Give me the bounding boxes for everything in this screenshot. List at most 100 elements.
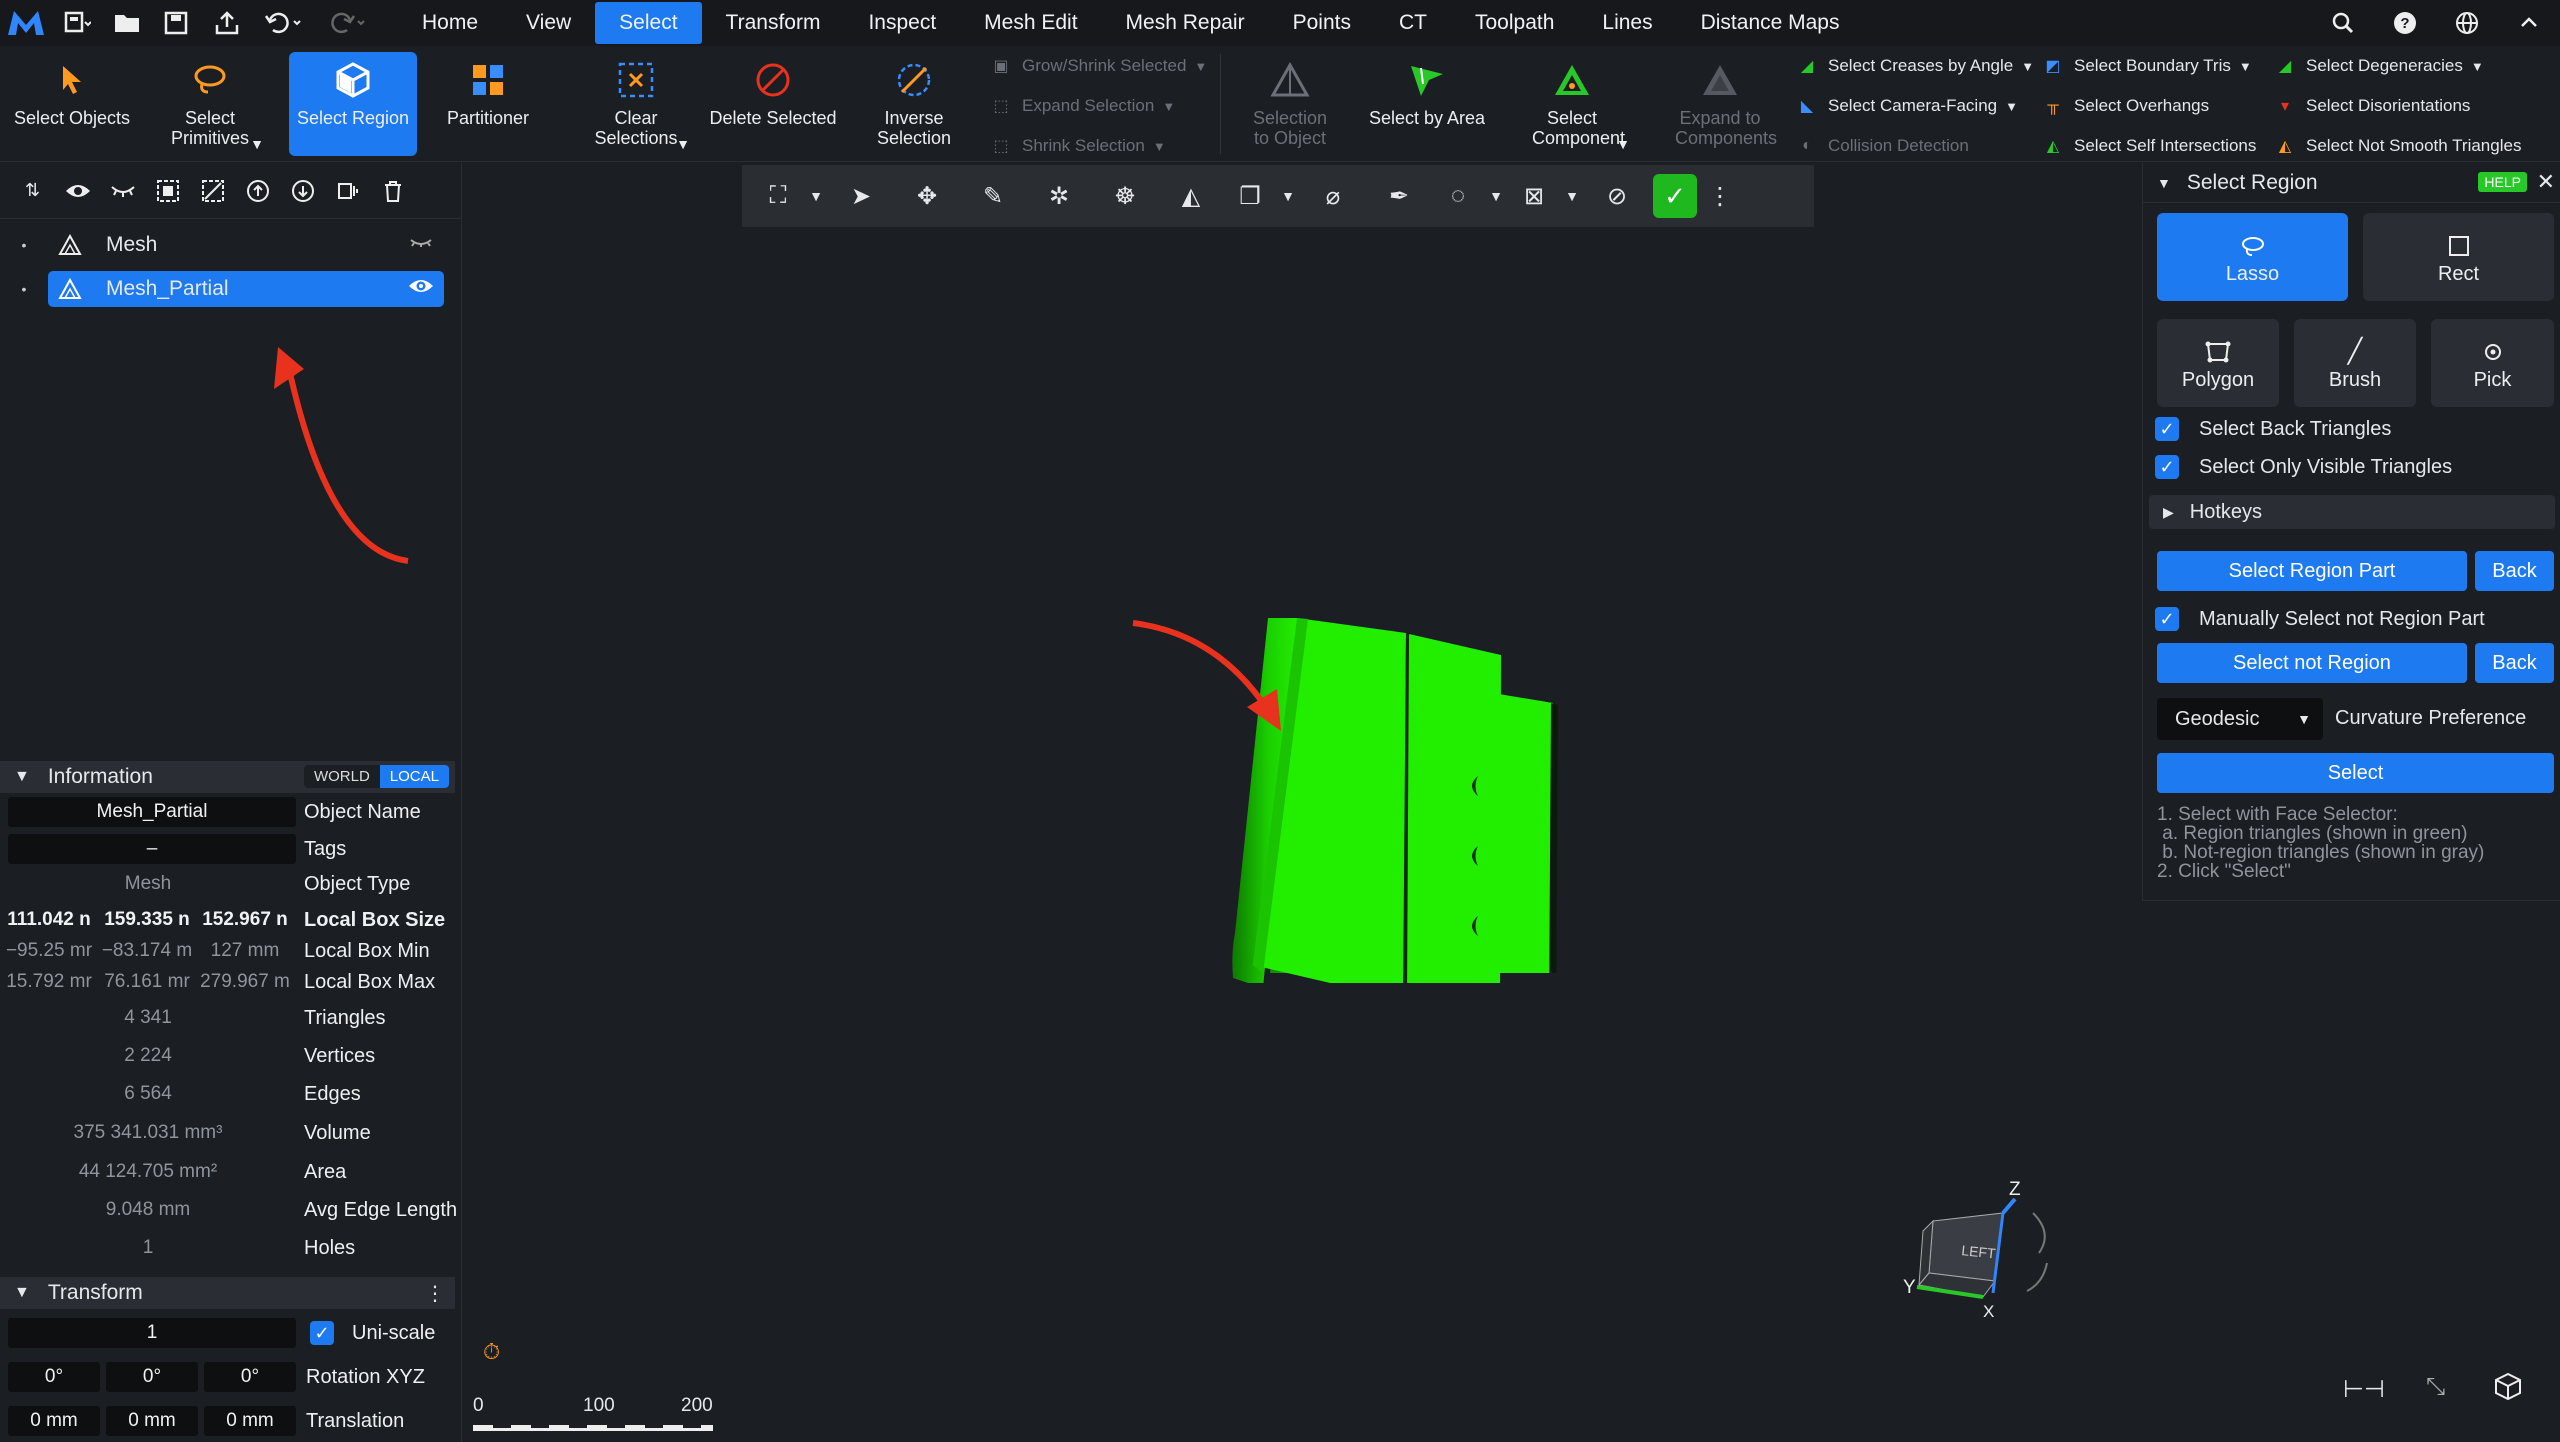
- hotkeys-collapsible[interactable]: ▶ Hotkeys: [2149, 495, 2555, 529]
- shrink-selection-button[interactable]: ⬚ Shrink Selection ▼: [990, 128, 1165, 164]
- menu-tab-ct[interactable]: CT: [1375, 0, 1451, 46]
- chevron-down-icon[interactable]: ▼: [2157, 175, 2171, 191]
- chevron-down-icon[interactable]: ▼: [1616, 134, 1630, 154]
- chevron-down-icon[interactable]: ▼: [1560, 171, 1584, 221]
- view-cube-icon[interactable]: [2493, 1371, 2523, 1407]
- deselect-all-icon[interactable]: [190, 171, 235, 211]
- rotation-x-input[interactable]: 0°: [8, 1362, 100, 1392]
- chevron-down-icon[interactable]: ▼: [676, 134, 690, 154]
- select-objects-button[interactable]: Select Objects: [8, 52, 136, 156]
- brush-tool-button[interactable]: ╱ Brush: [2294, 319, 2416, 407]
- fit-selection-icon[interactable]: ⛶: [752, 171, 804, 221]
- back-button[interactable]: Back: [2475, 551, 2554, 591]
- curvature-preference-select[interactable]: Geodesic ▼: [2157, 698, 2323, 740]
- help-icon[interactable]: ?: [2374, 0, 2436, 46]
- select-region-button[interactable]: Select Region: [289, 52, 417, 156]
- menu-tab-lines[interactable]: Lines: [1578, 0, 1676, 46]
- search-icon[interactable]: [2312, 0, 2374, 46]
- object-name-input[interactable]: Mesh_Partial: [8, 797, 296, 827]
- tree-row-mesh[interactable]: • Mesh: [0, 225, 462, 265]
- clear-selections-button[interactable]: Clear Selections ▼: [572, 52, 700, 156]
- select-button[interactable]: Select: [2157, 753, 2554, 793]
- menu-tab-points[interactable]: Points: [1269, 0, 1375, 46]
- menu-tab-view[interactable]: View: [502, 0, 595, 46]
- menu-tab-transform[interactable]: Transform: [702, 0, 845, 46]
- rotation-y-input[interactable]: 0°: [106, 1362, 198, 1392]
- select-back-triangles-checkbox[interactable]: ✓ Select Back Triangles: [2155, 417, 2391, 441]
- partitioner-button[interactable]: Partitioner: [424, 52, 552, 156]
- transform-gizmo-icon[interactable]: ✲: [1026, 171, 1092, 221]
- select-disorientations-button[interactable]: ▾ Select Disorientations: [2274, 88, 2470, 124]
- open-folder-icon[interactable]: [102, 0, 152, 46]
- select-only-visible-checkbox[interactable]: ✓ Select Only Visible Triangles: [2155, 455, 2452, 479]
- new-scene-icon[interactable]: [52, 0, 102, 46]
- select-camera-facing-button[interactable]: ◣ Select Camera-Facing ▼: [1796, 88, 2018, 124]
- close-icon[interactable]: ✕: [2537, 169, 2555, 195]
- select-primitives-button[interactable]: Select Primitives ▼: [140, 52, 280, 156]
- select-all-icon[interactable]: [145, 171, 190, 211]
- redo-icon[interactable]: [316, 0, 380, 46]
- menu-tab-toolpath[interactable]: Toolpath: [1451, 0, 1578, 46]
- clear-selection-icon[interactable]: ⊠: [1508, 171, 1560, 221]
- transform-section-header[interactable]: ▼ Transform ⋮: [0, 1277, 455, 1309]
- inverse-selection-button[interactable]: Inverse Selection: [850, 52, 978, 156]
- menu-tab-select[interactable]: Select: [595, 2, 702, 44]
- manually-select-not-region-checkbox[interactable]: ✓ Manually Select not Region Part: [2155, 607, 2485, 631]
- menu-tab-inspect[interactable]: Inspect: [844, 0, 960, 46]
- timer-icon[interactable]: ⏱: [483, 1339, 500, 1365]
- world-toggle[interactable]: WORLD: [304, 765, 380, 788]
- undo-icon[interactable]: [252, 0, 316, 46]
- rect-tool-button[interactable]: Rect: [2363, 213, 2554, 301]
- chevron-down-icon[interactable]: ▼: [250, 134, 264, 154]
- select-creases-button[interactable]: ◢ Select Creases by Angle ▼: [1796, 48, 2034, 84]
- more-options-icon[interactable]: ⋮: [425, 1281, 445, 1306]
- chevron-down-icon[interactable]: ▼: [1276, 171, 1300, 221]
- select-not-smooth-button[interactable]: ◭ Select Not Smooth Triangles: [2274, 128, 2522, 164]
- copy-icon[interactable]: ❐: [1224, 171, 1276, 221]
- chevron-down-icon[interactable]: ▼: [1484, 171, 1508, 221]
- select-by-area-button[interactable]: Select by Area: [1362, 52, 1492, 156]
- group-icon[interactable]: [325, 171, 370, 211]
- export-icon[interactable]: [202, 0, 252, 46]
- scale-input[interactable]: 1: [8, 1318, 296, 1348]
- sort-az-icon[interactable]: ⇅: [10, 171, 55, 211]
- polygon-tool-button[interactable]: Polygon: [2157, 319, 2279, 407]
- view-cube-gizmo[interactable]: LEFT Z Y X: [1903, 1173, 2063, 1333]
- select-not-region-button[interactable]: Select not Region: [2157, 643, 2467, 683]
- select-component-button[interactable]: Select Component ▼: [1508, 52, 1636, 156]
- translation-x-input[interactable]: 0 mm: [8, 1406, 100, 1436]
- 3d-viewport[interactable]: ⏱ 0 100 200 LEFT Z Y X ⊢⊣ ⤡: [463, 163, 2521, 1442]
- back-button-2[interactable]: Back: [2475, 643, 2554, 683]
- translation-y-input[interactable]: 0 mm: [106, 1406, 198, 1436]
- edit-object-icon[interactable]: ✎: [960, 171, 1026, 221]
- world-local-toggle[interactable]: WORLD LOCAL: [303, 765, 449, 788]
- pointer-icon[interactable]: ➤: [828, 171, 894, 221]
- select-boundary-tris-button[interactable]: ◩ Select Boundary Tris ▼: [2042, 48, 2251, 84]
- help-badge[interactable]: HELP: [2478, 172, 2527, 192]
- delete-selected-button[interactable]: Delete Selected: [708, 52, 838, 156]
- menu-tab-distance-maps[interactable]: Distance Maps: [1677, 0, 1864, 46]
- expand-to-components-button[interactable]: Expand to Components: [1656, 52, 1784, 156]
- hide-surface-icon[interactable]: ⌀: [1300, 171, 1366, 221]
- select-overhangs-button[interactable]: ╥ Select Overhangs: [2042, 88, 2209, 124]
- uniscale-checkbox[interactable]: ✓: [310, 1321, 334, 1345]
- lasso-tool-button[interactable]: Lasso: [2157, 213, 2348, 301]
- information-section-header[interactable]: ▼ Information WORLD LOCAL: [0, 761, 455, 793]
- shape-icon[interactable]: ◭: [1158, 171, 1224, 221]
- translation-z-input[interactable]: 0 mm: [204, 1406, 296, 1436]
- visible-eye-icon[interactable]: [408, 276, 434, 302]
- collapse-icon[interactable]: [2498, 0, 2560, 46]
- no-select-icon[interactable]: ⊘: [1584, 171, 1650, 221]
- hidden-eye-icon[interactable]: [408, 232, 434, 258]
- select-region-part-button[interactable]: Select Region Part: [2157, 551, 2467, 591]
- collision-detection-toggle[interactable]: ◐ Collision Detection: [1796, 128, 1969, 164]
- menu-tab-home[interactable]: Home: [398, 0, 502, 46]
- fit-view-icon[interactable]: ⤡: [2426, 1373, 2445, 1401]
- selection-to-object-button[interactable]: Selection to Object: [1226, 52, 1354, 156]
- ruler-icon[interactable]: ⊢⊣: [2343, 1375, 2385, 1404]
- tree-item-mesh-partial[interactable]: Mesh_Partial: [48, 271, 444, 307]
- move-up-icon[interactable]: [235, 171, 280, 211]
- tree-item-mesh[interactable]: Mesh: [48, 227, 444, 263]
- hide-icon[interactable]: [100, 171, 145, 211]
- menu-tab-mesh-repair[interactable]: Mesh Repair: [1102, 0, 1269, 46]
